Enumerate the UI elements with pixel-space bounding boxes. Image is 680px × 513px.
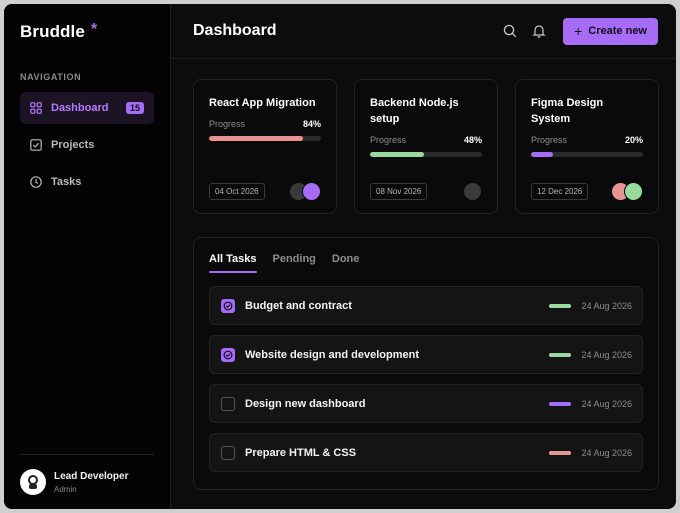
user-role: Admin bbox=[54, 484, 77, 494]
sidebar: Bruddle * NAVIGATION Dashboard 15 Projec… bbox=[4, 4, 171, 509]
due-date: 12 Dec 2026 bbox=[531, 183, 589, 200]
task-date: 24 Aug 2026 bbox=[581, 447, 632, 458]
task-checkbox[interactable] bbox=[221, 298, 235, 313]
sidebar-item-label: Projects bbox=[51, 139, 95, 151]
sidebar-item-label: Dashboard bbox=[51, 102, 109, 114]
progress-label: Progress bbox=[209, 119, 246, 129]
create-new-label: Create new bbox=[588, 25, 647, 37]
plus-icon: + bbox=[574, 23, 583, 39]
astronaut-icon bbox=[28, 475, 38, 489]
sidebar-item-tasks[interactable]: Tasks bbox=[20, 166, 154, 198]
avatar bbox=[20, 469, 46, 495]
project-card[interactable]: Backend Node.js setup Progress 48% 08 No… bbox=[354, 79, 498, 214]
clock-icon bbox=[30, 176, 42, 188]
nav-heading: NAVIGATION bbox=[20, 72, 82, 82]
tab-pending[interactable]: Pending bbox=[273, 253, 316, 273]
progress-label: Progress bbox=[531, 135, 568, 145]
dashboard-content: React App Migration Progress 84% 04 Oct … bbox=[171, 59, 676, 490]
tab-all-tasks[interactable]: All Tasks bbox=[209, 253, 257, 273]
project-title: React App Migration bbox=[209, 97, 316, 109]
tasks-panel: All Tasks Pending Done Budget and contra… bbox=[193, 237, 659, 490]
task-title: Budget and contract bbox=[245, 299, 352, 312]
project-title: Figma Design System bbox=[531, 97, 604, 125]
member-avatars bbox=[463, 182, 482, 201]
check-circle-icon bbox=[223, 350, 233, 359]
task-checkbox[interactable] bbox=[221, 445, 235, 460]
task-date: 24 Aug 2026 bbox=[581, 349, 632, 360]
member-avatars bbox=[289, 182, 321, 201]
project-cards: React App Migration Progress 84% 04 Oct … bbox=[193, 79, 659, 214]
due-date: 08 Nov 2026 bbox=[370, 183, 428, 200]
tab-done[interactable]: Done bbox=[332, 253, 360, 273]
priority-bar bbox=[549, 303, 572, 308]
priority-bar bbox=[549, 352, 572, 357]
task-date: 24 Aug 2026 bbox=[581, 398, 632, 409]
progress-value: 48% bbox=[463, 135, 482, 145]
project-title: Backend Node.js setup bbox=[370, 97, 459, 125]
top-bar: Dashboard + Create new bbox=[171, 4, 676, 59]
sidebar-nav: Dashboard 15 Projects Tasks bbox=[20, 92, 154, 198]
create-new-button[interactable]: + Create new bbox=[563, 17, 658, 45]
app-window: Bruddle * NAVIGATION Dashboard 15 Projec… bbox=[4, 4, 676, 509]
check-circle-icon bbox=[223, 301, 233, 310]
due-date: 04 Oct 2026 bbox=[209, 183, 265, 200]
progress-track bbox=[370, 152, 482, 157]
progress-fill bbox=[209, 136, 304, 141]
sidebar-item-projects[interactable]: Projects bbox=[20, 129, 154, 161]
task-checkbox[interactable] bbox=[221, 396, 235, 411]
progress-track bbox=[531, 152, 643, 157]
task-title: Prepare HTML & CSS bbox=[245, 446, 357, 459]
user-profile[interactable]: Lead Developer Admin bbox=[20, 454, 154, 495]
member-avatars bbox=[611, 182, 643, 201]
progress-value: 84% bbox=[302, 119, 321, 129]
page-title: Dashboard bbox=[193, 22, 277, 39]
progress-value: 20% bbox=[624, 135, 643, 145]
task-checkbox[interactable] bbox=[221, 347, 235, 362]
sidebar-item-label: Tasks bbox=[51, 176, 82, 188]
progress-track bbox=[209, 136, 321, 141]
grid-icon bbox=[30, 102, 42, 114]
task-row[interactable]: Prepare HTML & CSS 24 Aug 2026 bbox=[209, 433, 643, 472]
progress-label: Progress bbox=[370, 135, 407, 145]
member-avatar bbox=[302, 182, 321, 201]
priority-bar bbox=[549, 401, 572, 406]
task-title: Website design and development bbox=[245, 348, 419, 361]
task-list: Budget and contract 24 Aug 2026 Website … bbox=[209, 286, 643, 472]
brand-star: * bbox=[90, 21, 98, 38]
brand-logo[interactable]: Bruddle * bbox=[20, 22, 154, 52]
bell-icon[interactable] bbox=[531, 23, 547, 39]
task-row[interactable]: Design new dashboard 24 Aug 2026 bbox=[209, 384, 643, 423]
search-icon[interactable] bbox=[502, 23, 518, 39]
progress-fill bbox=[370, 152, 424, 157]
member-avatar bbox=[463, 182, 482, 201]
count-badge: 15 bbox=[125, 102, 144, 114]
task-title: Design new dashboard bbox=[245, 397, 366, 410]
task-tabs: All Tasks Pending Done bbox=[209, 253, 643, 273]
brand-name: Bruddle bbox=[20, 22, 85, 41]
task-date: 24 Aug 2026 bbox=[581, 300, 632, 311]
progress-fill bbox=[531, 152, 554, 157]
task-row[interactable]: Budget and contract 24 Aug 2026 bbox=[209, 286, 643, 325]
member-avatar bbox=[624, 182, 643, 201]
sidebar-item-dashboard[interactable]: Dashboard 15 bbox=[20, 92, 154, 124]
user-name: Lead Developer bbox=[54, 470, 129, 482]
task-row[interactable]: Website design and development 24 Aug 20… bbox=[209, 335, 643, 374]
main-area: Dashboard + Create new React App Migrati… bbox=[171, 4, 676, 509]
project-card[interactable]: React App Migration Progress 84% 04 Oct … bbox=[193, 79, 337, 214]
project-card[interactable]: Figma Design System Progress 20% 12 Dec … bbox=[515, 79, 659, 214]
checkbox-icon bbox=[30, 139, 42, 151]
priority-bar bbox=[549, 450, 572, 455]
